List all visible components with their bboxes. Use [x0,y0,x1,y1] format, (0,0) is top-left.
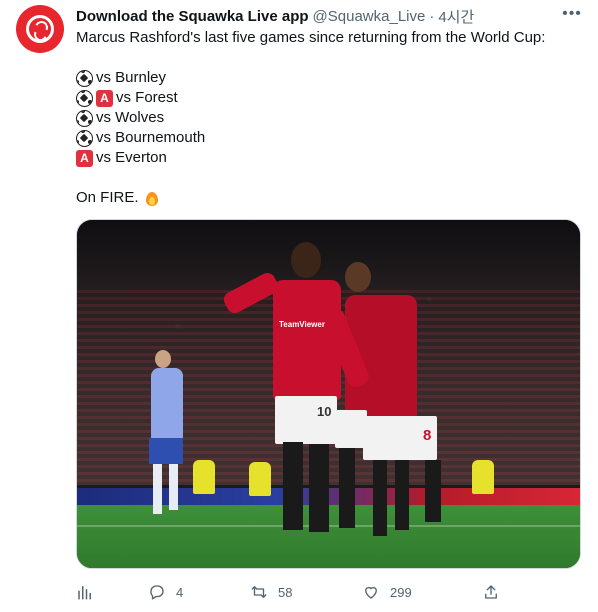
display-name[interactable]: Download the Squawka Live app [76,8,309,25]
game-text: vs Wolves [96,109,165,126]
game-text: vs Burnley [96,69,167,86]
game-line: A vs Forest [76,88,581,108]
steward [249,462,271,496]
steward [193,460,215,494]
shirt-number: 10 [317,404,332,419]
game-text: vs Forest [116,89,178,106]
reply-count: 4 [176,584,184,600]
reply-button[interactable]: 4 [148,580,183,604]
analytics-icon [78,586,91,600]
game-text: vs Bournemouth [96,129,206,146]
a-badge-icon: A [96,89,113,107]
share-icon [485,585,497,599]
soccer-ball-icon [76,69,93,87]
action-bar: 4 58 299 [76,580,581,604]
more-options-icon[interactable]: ••• [562,4,582,24]
heart-icon [365,586,377,599]
retweet-button[interactable]: 58 [250,580,292,604]
separator-dot: · [429,7,435,25]
steward [472,460,494,494]
tweet-text: Marcus Rashford's last five games since … [76,28,581,208]
tweet-closing: On FIRE. [76,188,581,208]
tweet-header: Download the Squawka Live app @Squawka_L… [76,6,578,26]
like-count: 299 [390,584,412,600]
a-badge-icon: A [76,149,93,167]
like-button[interactable]: 299 [362,580,412,604]
game-line: A vs Everton [76,148,581,168]
avatar[interactable] [16,5,64,53]
retweet-count: 58 [278,584,293,600]
analytics-button[interactable] [76,580,94,604]
soccer-ball-icon [76,89,93,107]
tweet-intro: Marcus Rashford's last five games since … [76,29,546,46]
shirt-number: 8 [423,427,432,444]
retweet-icon [251,586,267,598]
fire-icon [143,190,160,207]
game-line: vs Bournemouth [76,128,581,148]
squawka-logo-icon [26,15,54,43]
tweet-photo[interactable]: 8 TeamViewer 10 [76,219,581,569]
game-line: vs Burnley [76,68,581,88]
reply-icon [150,585,164,600]
timestamp[interactable]: 4시간 [438,6,474,27]
game-text: vs Everton [96,149,167,166]
soccer-ball-icon [76,129,93,147]
share-button[interactable] [482,580,500,604]
tweet[interactable]: Download the Squawka Live app @Squawka_L… [0,0,598,612]
sponsor-text: TeamViewer [279,320,325,329]
user-handle[interactable]: @Squawka_Live [313,8,426,25]
game-line: vs Wolves [76,108,581,128]
closing-text: On FIRE. [76,189,139,206]
soccer-ball-icon [76,109,93,127]
